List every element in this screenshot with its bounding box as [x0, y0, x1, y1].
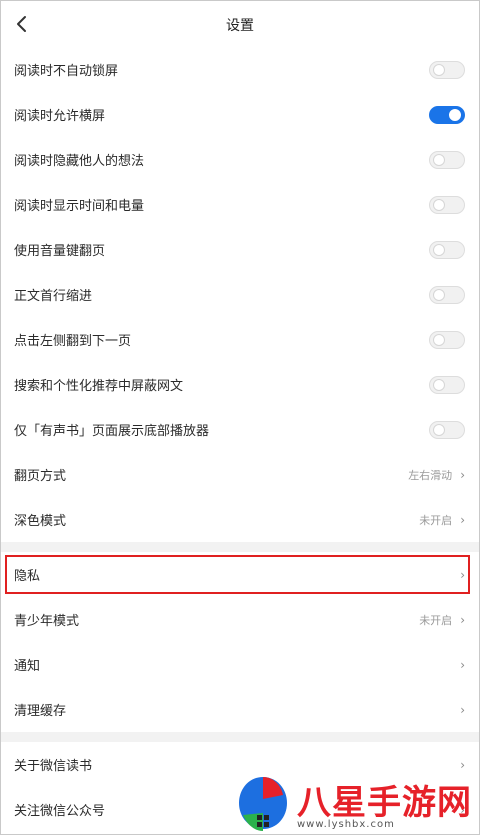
dark-mode-value: 未开启 — [419, 513, 453, 527]
toggle-knob — [433, 288, 445, 301]
watermark-logo-icon — [239, 777, 287, 831]
toggle-switch[interactable] — [429, 195, 465, 214]
youth-mode-label: 青少年模式 — [14, 614, 80, 629]
toggle-switch[interactable] — [429, 330, 465, 349]
section-divider — [1, 542, 479, 552]
setting-row[interactable]: 阅读时显示时间和电量 — [1, 182, 479, 227]
toggle-knob — [433, 243, 445, 256]
privacy-row[interactable]: 隐私 › — [1, 552, 479, 597]
setting-row[interactable]: 阅读时允许横屏 — [1, 92, 479, 137]
toggle-switch[interactable] — [429, 60, 465, 79]
chevron-right-icon: › — [460, 702, 465, 717]
setting-label: 搜索和个性化推荐中屏蔽网文 — [14, 379, 184, 394]
toggle-knob — [433, 198, 445, 211]
setting-row[interactable]: 搜索和个性化推荐中屏蔽网文 — [1, 362, 479, 407]
youth-mode-row[interactable]: 青少年模式 未开启 › — [1, 597, 479, 642]
back-button[interactable] — [7, 9, 37, 39]
watermark-text: 八星手游网 — [297, 783, 472, 823]
toggle-knob — [433, 153, 445, 166]
setting-label: 正文首行缩进 — [14, 289, 93, 304]
notification-label: 通知 — [14, 659, 41, 674]
setting-label: 使用音量键翻页 — [14, 244, 106, 259]
privacy-label: 隐私 — [14, 569, 41, 584]
youth-mode-value: 未开启 — [419, 613, 453, 627]
chevron-left-icon — [17, 16, 26, 32]
toggle-switch[interactable] — [429, 240, 465, 259]
toggle-switch[interactable] — [429, 105, 465, 124]
watermark: 八星手游网 www.lyshbx.com — [233, 769, 479, 834]
chevron-right-icon: › — [460, 657, 465, 672]
setting-label: 阅读时显示时间和电量 — [14, 199, 145, 214]
toggle-knob — [449, 108, 461, 121]
toggle-switch[interactable] — [429, 375, 465, 394]
nav-bar: 设置 — [1, 1, 479, 47]
toggle-switch[interactable] — [429, 420, 465, 439]
toggle-switch[interactable] — [429, 285, 465, 304]
setting-row[interactable]: 正文首行缩进 — [1, 272, 479, 317]
dark-mode-row[interactable]: 深色模式 未开启 › — [1, 497, 479, 542]
watermark-url: www.lyshbx.com — [297, 819, 395, 830]
toggle-knob — [433, 378, 445, 391]
toggle-knob — [433, 333, 445, 346]
chevron-right-icon: › — [460, 512, 465, 527]
toggle-settings-list: 阅读时不自动锁屏 阅读时允许横屏阅读时隐藏他人的想法 阅读时显示时间和电量 使用音量键… — [1, 47, 479, 452]
toggle-knob — [433, 423, 445, 436]
chevron-right-icon: › — [460, 612, 465, 627]
page-turn-mode-label: 翻页方式 — [14, 469, 67, 484]
setting-row[interactable]: 点击左侧翻到下一页 — [1, 317, 479, 362]
setting-label: 仅「有声书」页面展示底部播放器 — [14, 424, 210, 439]
page-title: 设置 — [226, 18, 254, 34]
setting-label: 点击左侧翻到下一页 — [14, 334, 132, 349]
setting-label: 阅读时不自动锁屏 — [14, 64, 119, 79]
page-turn-mode-row[interactable]: 翻页方式 左右滑动 › — [1, 452, 479, 497]
toggle-knob — [433, 63, 445, 76]
setting-row[interactable]: 阅读时隐藏他人的想法 — [1, 137, 479, 182]
setting-row[interactable]: 阅读时不自动锁屏 — [1, 47, 479, 92]
setting-label: 阅读时允许横屏 — [14, 109, 106, 124]
toggle-switch[interactable] — [429, 150, 465, 169]
setting-row[interactable]: 仅「有声书」页面展示底部播放器 — [1, 407, 479, 452]
settings-screen: 设置 阅读时不自动锁屏 阅读时允许横屏阅读时隐藏他人的想法 阅读时显示时间和电量 使用… — [0, 0, 480, 835]
section-divider — [1, 732, 479, 742]
chevron-right-icon: › — [460, 567, 465, 582]
clear-cache-row[interactable]: 清理缓存 › — [1, 687, 479, 732]
dark-mode-label: 深色模式 — [14, 514, 67, 529]
setting-row[interactable]: 使用音量键翻页 — [1, 227, 479, 272]
chevron-right-icon: › — [460, 467, 465, 482]
setting-label: 阅读时隐藏他人的想法 — [14, 154, 145, 169]
clear-cache-label: 清理缓存 — [14, 704, 67, 719]
notification-row[interactable]: 通知 › — [1, 642, 479, 687]
page-turn-mode-value: 左右滑动 — [408, 468, 453, 482]
